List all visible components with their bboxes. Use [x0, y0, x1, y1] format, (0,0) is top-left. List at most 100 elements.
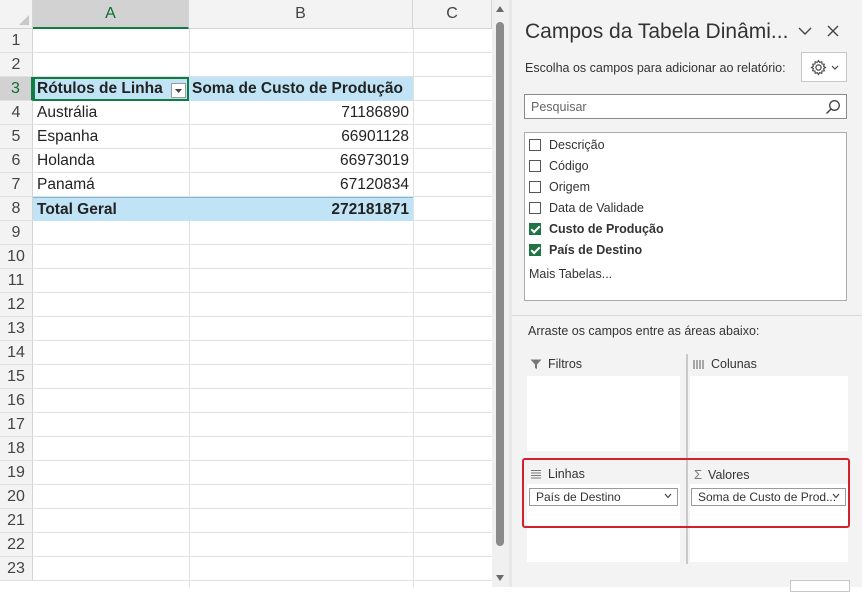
search-input[interactable]: Pesquisar	[524, 94, 847, 119]
row-header-21[interactable]: 21	[0, 509, 33, 533]
grid-line	[33, 292, 492, 293]
row-header-16[interactable]: 16	[0, 389, 33, 413]
scroll-down-icon[interactable]	[496, 575, 504, 581]
column-header-a[interactable]: A	[33, 0, 189, 29]
grid-line	[33, 52, 492, 53]
chevron-down-icon[interactable]	[832, 493, 840, 499]
filters-drop-area[interactable]	[527, 376, 680, 451]
pivot-row-label[interactable]: Austrália	[33, 101, 189, 125]
field-item-codigo[interactable]: Código	[529, 157, 589, 175]
row-header-4[interactable]: 4	[0, 101, 33, 125]
columns-area-header: Colunas	[693, 357, 757, 371]
checkbox[interactable]	[529, 202, 541, 214]
spreadsheet-grid[interactable]: A B C 1 2 3 4 5 6 7 8 9 10 11 12 13 14 1…	[0, 0, 492, 587]
row-header-8[interactable]: 8	[0, 197, 33, 221]
pivot-value-header[interactable]: Soma de Custo de Produção	[189, 77, 413, 101]
rows-area-header: Linhas	[530, 467, 585, 481]
row-header-12[interactable]: 12	[0, 293, 33, 317]
field-label: País de Destino	[549, 243, 643, 257]
filter-dropdown-button[interactable]	[171, 83, 186, 98]
row-header-14[interactable]: 14	[0, 341, 33, 365]
column-header-c[interactable]: C	[413, 0, 492, 29]
row-header-13[interactable]: 13	[0, 317, 33, 341]
more-tables-link[interactable]: Mais Tabelas...	[529, 267, 612, 281]
search-placeholder: Pesquisar	[531, 99, 587, 114]
choose-fields-label: Escolha os campos para adicionar ao rela…	[525, 61, 786, 75]
columns-icon	[693, 359, 704, 369]
close-icon[interactable]	[826, 24, 840, 38]
checkbox[interactable]	[529, 160, 541, 172]
field-item-pais-de-destino[interactable]: País de Destino	[529, 241, 642, 259]
row-header-23[interactable]: 23	[0, 557, 33, 581]
pivot-row-label[interactable]: Espanha	[33, 125, 189, 149]
chevron-down-icon	[831, 65, 838, 70]
field-label: Custo de Produção	[549, 222, 664, 236]
checkbox[interactable]	[529, 181, 541, 193]
grid-line	[33, 268, 492, 269]
row-header-22[interactable]: 22	[0, 533, 33, 557]
row-header-18[interactable]: 18	[0, 437, 33, 461]
rows-field-chip[interactable]: País de Destino	[529, 488, 678, 506]
filter-icon	[530, 359, 542, 369]
grid-line	[33, 388, 492, 389]
grid-line	[33, 316, 492, 317]
pivot-row-label[interactable]: Holanda	[33, 149, 189, 173]
field-label: Código	[549, 159, 589, 173]
grid-line	[33, 436, 492, 437]
grid-line	[33, 556, 492, 557]
column-header-b[interactable]: B	[189, 0, 413, 29]
pivot-row-labels-header[interactable]: Rótulos de Linha	[33, 77, 189, 101]
settings-button[interactable]	[801, 52, 847, 82]
row-header-17[interactable]: 17	[0, 413, 33, 437]
values-area-header: Σ Valores	[694, 467, 750, 482]
pivot-total-label[interactable]: Total Geral	[33, 197, 189, 221]
defer-update-button[interactable]	[790, 580, 850, 592]
search-icon[interactable]	[825, 99, 841, 115]
vertical-scrollbar[interactable]	[492, 0, 509, 587]
panel-title: Campos da Tabela Dinâmi...	[525, 20, 789, 43]
pivot-row-value[interactable]: 66901128	[189, 125, 413, 149]
field-item-descricao[interactable]: Descrição	[529, 136, 605, 154]
filters-area-label: Filtros	[548, 357, 583, 371]
pivot-row-value[interactable]: 66973019	[189, 149, 413, 173]
scroll-thumb[interactable]	[496, 22, 504, 546]
row-header-15[interactable]: 15	[0, 365, 33, 389]
row-header-20[interactable]: 20	[0, 485, 33, 509]
row-header-10[interactable]: 10	[0, 245, 33, 269]
field-label: Data de Validade	[549, 201, 644, 215]
chip-label: País de Destino	[536, 490, 621, 504]
values-field-chip[interactable]: Soma de Custo de Prod...	[691, 488, 846, 506]
row-header-5[interactable]: 5	[0, 125, 33, 149]
pivot-row-value[interactable]: 71186890	[189, 101, 413, 125]
field-list: Descrição Código Origem Data de Validade…	[524, 132, 847, 301]
pivot-row-value[interactable]: 67120834	[189, 173, 413, 197]
pivot-row-label[interactable]: Panamá	[33, 173, 189, 197]
row-header-7[interactable]: 7	[0, 173, 33, 197]
scroll-up-icon[interactable]	[496, 6, 504, 12]
row-header-1[interactable]: 1	[0, 29, 33, 53]
checkbox-checked[interactable]	[529, 223, 541, 235]
chevron-down-icon[interactable]	[664, 493, 672, 499]
grid-line	[33, 364, 492, 365]
area-divider	[686, 354, 688, 564]
pivot-total-value[interactable]: 272181871	[189, 197, 413, 221]
columns-area-label: Colunas	[711, 357, 757, 371]
row-header-9[interactable]: 9	[0, 221, 33, 245]
field-item-custo-de-producao[interactable]: Custo de Produção	[529, 220, 664, 238]
field-item-data-de-validade[interactable]: Data de Validade	[529, 199, 644, 217]
field-item-origem[interactable]: Origem	[529, 178, 590, 196]
row-header-19[interactable]: 19	[0, 461, 33, 485]
checkbox[interactable]	[529, 139, 541, 151]
row-header-6[interactable]: 6	[0, 149, 33, 173]
row-header-3[interactable]: 3	[0, 77, 33, 101]
values-area-label: Valores	[708, 467, 750, 482]
row-header-11[interactable]: 11	[0, 269, 33, 293]
grid-line	[33, 532, 492, 533]
select-all-corner[interactable]	[0, 0, 33, 29]
columns-drop-area[interactable]	[690, 376, 848, 451]
pivot-fields-panel: Campos da Tabela Dinâmi... Escolha os ca…	[512, 0, 862, 592]
row-header-2[interactable]: 2	[0, 53, 33, 77]
grid-line	[33, 340, 492, 341]
checkbox-checked[interactable]	[529, 244, 541, 256]
chevron-down-icon[interactable]	[798, 26, 812, 36]
